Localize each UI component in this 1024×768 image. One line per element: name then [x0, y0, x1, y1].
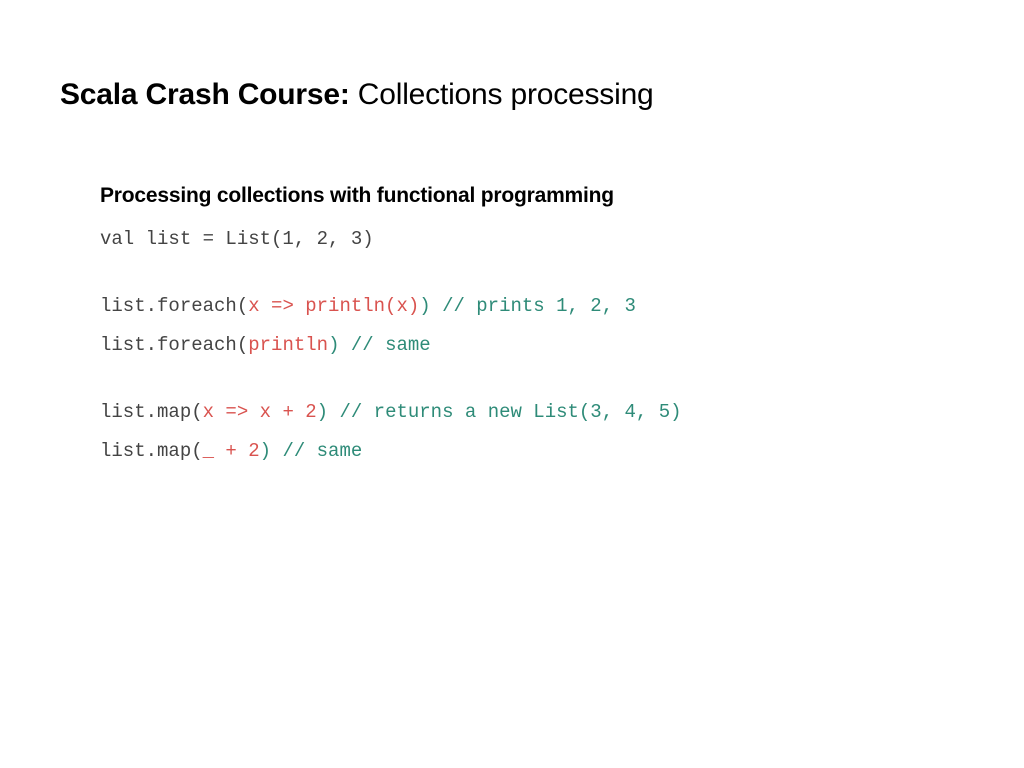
code-line-2: list.foreach(x => println(x)) // prints …	[100, 297, 964, 316]
code-lambda: _ + 2	[203, 440, 260, 462]
code-line-1: val list = List(1, 2, 3)	[100, 230, 964, 249]
code-paren: )	[419, 295, 430, 317]
code-lambda: println	[248, 334, 328, 356]
code-comment: // same	[271, 440, 362, 462]
code-comment: // prints 1, 2, 3	[431, 295, 636, 317]
code-line-3: list.foreach(println) // same	[100, 336, 964, 355]
code-text: list.foreach(	[100, 334, 248, 356]
code-line-5: list.map(_ + 2) // same	[100, 442, 964, 461]
code-text: list.map(	[100, 401, 203, 423]
title-rest: Collections processing	[350, 78, 654, 111]
code-paren: )	[260, 440, 271, 462]
code-text: list.foreach(	[100, 295, 248, 317]
code-text: list.map(	[100, 440, 203, 462]
code-lambda: x => println(x)	[248, 295, 419, 317]
title-bold: Scala Crash Course:	[60, 78, 350, 111]
page-title: Scala Crash Course: Collections processi…	[60, 78, 964, 112]
section-subtitle: Processing collections with functional p…	[100, 184, 964, 208]
content-block: Processing collections with functional p…	[60, 184, 964, 461]
code-lambda: x => x + 2	[203, 401, 317, 423]
code-comment: // same	[339, 334, 430, 356]
code-paren: )	[317, 401, 328, 423]
code-line-4: list.map(x => x + 2) // returns a new Li…	[100, 403, 964, 422]
code-comment: // returns a new List(3, 4, 5)	[328, 401, 681, 423]
code-paren: )	[328, 334, 339, 356]
